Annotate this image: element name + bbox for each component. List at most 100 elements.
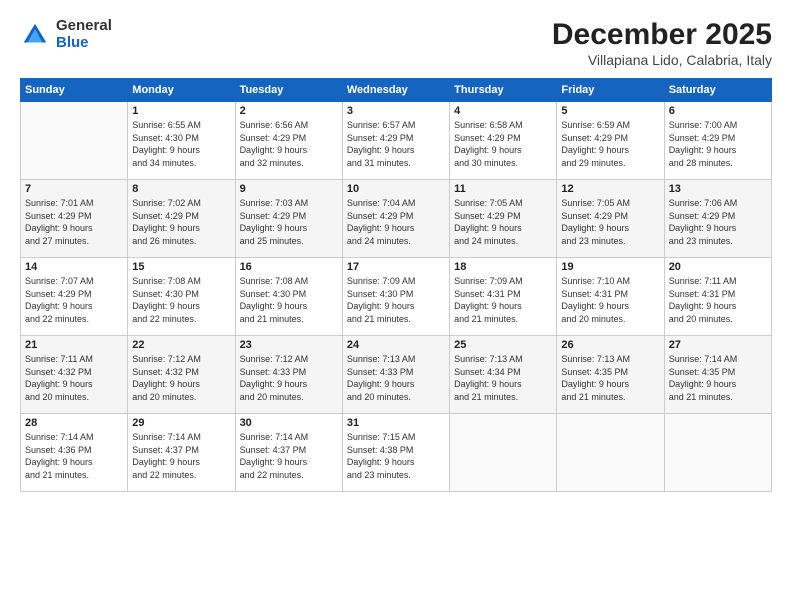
day-number: 17 — [347, 261, 445, 273]
day-number: 15 — [132, 261, 230, 273]
daylight-text: Daylight: 9 hours — [240, 222, 338, 235]
day-info: Sunrise: 7:05 AMSunset: 4:29 PMDaylight:… — [561, 197, 659, 247]
sunset-text: Sunset: 4:29 PM — [669, 210, 767, 223]
sunrise-text: Sunrise: 7:15 AM — [347, 431, 445, 444]
day-info: Sunrise: 7:12 AMSunset: 4:32 PMDaylight:… — [132, 353, 230, 403]
sunset-text: Sunset: 4:29 PM — [669, 132, 767, 145]
sunrise-text: Sunrise: 7:12 AM — [132, 353, 230, 366]
daylight-text: Daylight: 9 hours — [669, 300, 767, 313]
day-number: 12 — [561, 183, 659, 195]
day-header-tuesday: Tuesday — [235, 79, 342, 102]
logo-blue: Blue — [56, 35, 112, 52]
day-info: Sunrise: 6:56 AMSunset: 4:29 PMDaylight:… — [240, 119, 338, 169]
sunset-text: Sunset: 4:37 PM — [132, 444, 230, 457]
day-info: Sunrise: 7:02 AMSunset: 4:29 PMDaylight:… — [132, 197, 230, 247]
calendar-week-row: 21Sunrise: 7:11 AMSunset: 4:32 PMDayligh… — [21, 336, 772, 414]
daylight-minutes-text: and 34 minutes. — [132, 157, 230, 170]
sunset-text: Sunset: 4:31 PM — [454, 288, 552, 301]
day-number: 27 — [669, 339, 767, 351]
daylight-text: Daylight: 9 hours — [240, 300, 338, 313]
daylight-minutes-text: and 21 minutes. — [25, 469, 123, 482]
sunrise-text: Sunrise: 7:00 AM — [669, 119, 767, 132]
sunset-text: Sunset: 4:29 PM — [240, 210, 338, 223]
calendar-cell: 13Sunrise: 7:06 AMSunset: 4:29 PMDayligh… — [664, 180, 771, 258]
daylight-minutes-text: and 22 minutes. — [132, 313, 230, 326]
day-number: 18 — [454, 261, 552, 273]
calendar-cell: 12 Sunrise: 7:05 AMSunset: 4:29 PMDayligh… — [557, 180, 664, 258]
day-header-thursday: Thursday — [450, 79, 557, 102]
sunset-text: Sunset: 4:29 PM — [132, 210, 230, 223]
day-info: Sunrise: 7:14 AMSunset: 4:36 PMDaylight:… — [25, 431, 123, 481]
sunrise-text: Sunrise: 7:11 AM — [669, 275, 767, 288]
sunrise-text: Sunrise: 7:08 AM — [132, 275, 230, 288]
sunrise-text: Sunrise: 7:05 AM — [454, 197, 552, 210]
day-info: Sunrise: 7:00 AMSunset: 4:29 PMDaylight:… — [669, 119, 767, 169]
sunset-text: Sunset: 4:29 PM — [561, 210, 659, 223]
calendar-cell: 24Sunrise: 7:13 AMSunset: 4:33 PMDayligh… — [342, 336, 449, 414]
day-number: 26 — [561, 339, 659, 351]
daylight-minutes-text: and 20 minutes. — [25, 391, 123, 404]
daylight-minutes-text: and 26 minutes. — [132, 235, 230, 248]
daylight-text: Daylight: 9 hours — [561, 222, 659, 235]
sunset-text: Sunset: 4:31 PM — [669, 288, 767, 301]
sunset-text: Sunset: 4:29 PM — [25, 210, 123, 223]
sunset-text: Sunset: 4:38 PM — [347, 444, 445, 457]
calendar-cell: 23Sunrise: 7:12 AMSunset: 4:33 PMDayligh… — [235, 336, 342, 414]
sunrise-text: Sunrise: 6:55 AM — [132, 119, 230, 132]
day-info: Sunrise: 7:01 AMSunset: 4:29 PMDaylight:… — [25, 197, 123, 247]
location: Villapiana Lido, Calabria, Italy — [552, 52, 772, 68]
day-number: 5 — [561, 105, 659, 117]
day-number: 16 — [240, 261, 338, 273]
daylight-minutes-text: and 24 minutes. — [454, 235, 552, 248]
day-number: 19 — [561, 261, 659, 273]
daylight-minutes-text: and 21 minutes. — [669, 391, 767, 404]
calendar-week-row: 1Sunrise: 6:55 AMSunset: 4:30 PMDaylight… — [21, 102, 772, 180]
sunset-text: Sunset: 4:30 PM — [132, 132, 230, 145]
day-info: Sunrise: 7:07 AMSunset: 4:29 PMDaylight:… — [25, 275, 123, 325]
calendar-cell: 6Sunrise: 7:00 AMSunset: 4:29 PMDaylight… — [664, 102, 771, 180]
daylight-minutes-text: and 28 minutes. — [669, 157, 767, 170]
calendar-cell: 31Sunrise: 7:15 AMSunset: 4:38 PMDayligh… — [342, 414, 449, 492]
day-info: Sunrise: 6:59 AMSunset: 4:29 PMDaylight:… — [561, 119, 659, 169]
daylight-text: Daylight: 9 hours — [25, 456, 123, 469]
calendar-week-row: 7 Sunrise: 7:01 AMSunset: 4:29 PMDaylight… — [21, 180, 772, 258]
logo-text: General Blue — [56, 18, 112, 51]
daylight-text: Daylight: 9 hours — [25, 300, 123, 313]
day-info: Sunrise: 7:12 AMSunset: 4:33 PMDaylight:… — [240, 353, 338, 403]
day-header-saturday: Saturday — [664, 79, 771, 102]
day-header-friday: Friday — [557, 79, 664, 102]
daylight-minutes-text: and 24 minutes. — [347, 235, 445, 248]
daylight-minutes-text: and 21 minutes. — [347, 313, 445, 326]
daylight-minutes-text: and 27 minutes. — [25, 235, 123, 248]
day-info: Sunrise: 6:58 AMSunset: 4:29 PMDaylight:… — [454, 119, 552, 169]
sunrise-text: Sunrise: 7:14 AM — [240, 431, 338, 444]
day-number: 14 — [25, 261, 123, 273]
calendar-cell: 29Sunrise: 7:14 AMSunset: 4:37 PMDayligh… — [128, 414, 235, 492]
calendar-table: SundayMondayTuesdayWednesdayThursdayFrid… — [20, 78, 772, 492]
day-number: 7 — [25, 183, 123, 195]
logo-general: General — [56, 18, 112, 35]
sunrise-text: Sunrise: 7:12 AM — [240, 353, 338, 366]
day-number: 29 — [132, 417, 230, 429]
day-info: Sunrise: 7:03 AMSunset: 4:29 PMDaylight:… — [240, 197, 338, 247]
daylight-minutes-text: and 21 minutes. — [561, 391, 659, 404]
sunrise-text: Sunrise: 7:02 AM — [132, 197, 230, 210]
calendar-cell: 18Sunrise: 7:09 AMSunset: 4:31 PMDayligh… — [450, 258, 557, 336]
daylight-text: Daylight: 9 hours — [25, 222, 123, 235]
calendar-cell: 8 Sunrise: 7:02 AMSunset: 4:29 PMDaylight… — [128, 180, 235, 258]
sunrise-text: Sunrise: 7:13 AM — [347, 353, 445, 366]
sunset-text: Sunset: 4:30 PM — [132, 288, 230, 301]
daylight-text: Daylight: 9 hours — [347, 300, 445, 313]
sunset-text: Sunset: 4:34 PM — [454, 366, 552, 379]
sunrise-text: Sunrise: 7:10 AM — [561, 275, 659, 288]
day-info: Sunrise: 6:55 AMSunset: 4:30 PMDaylight:… — [132, 119, 230, 169]
calendar-header-row: SundayMondayTuesdayWednesdayThursdayFrid… — [21, 79, 772, 102]
sunset-text: Sunset: 4:36 PM — [25, 444, 123, 457]
sunrise-text: Sunrise: 7:11 AM — [25, 353, 123, 366]
daylight-text: Daylight: 9 hours — [347, 222, 445, 235]
day-number: 8 — [132, 183, 230, 195]
calendar-cell: 26Sunrise: 7:13 AMSunset: 4:35 PMDayligh… — [557, 336, 664, 414]
sunset-text: Sunset: 4:29 PM — [347, 210, 445, 223]
day-info: Sunrise: 7:15 AMSunset: 4:38 PMDaylight:… — [347, 431, 445, 481]
day-header-wednesday: Wednesday — [342, 79, 449, 102]
